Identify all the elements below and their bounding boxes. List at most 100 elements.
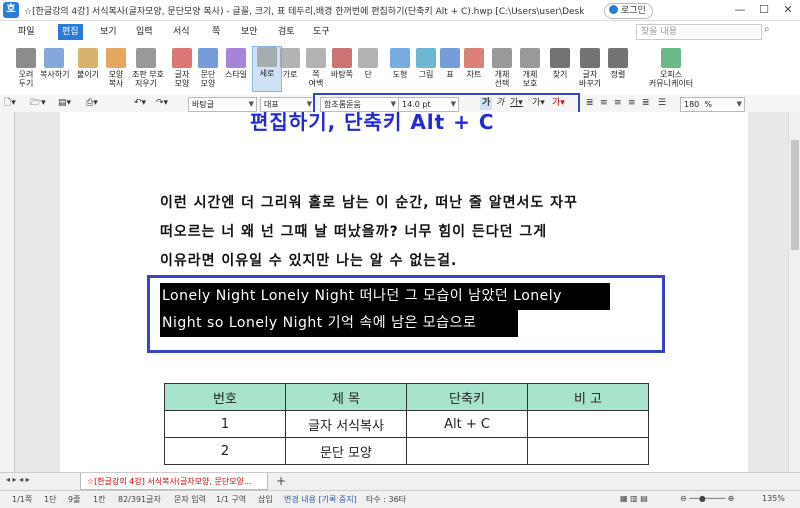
add-tab-button[interactable]: +: [276, 474, 286, 488]
hwp-icon[interactable]: 호: [3, 2, 19, 18]
menu-insert[interactable]: 입력: [136, 24, 153, 40]
status-typing: 타수 : 36타: [366, 495, 407, 504]
status-insert[interactable]: 삽입: [258, 494, 273, 505]
ribbon-button[interactable]: 모양 복사: [102, 48, 130, 88]
table-cell[interactable]: [527, 410, 649, 438]
ribbon-button[interactable]: 쪽 여백: [302, 48, 330, 88]
table-cell[interactable]: 문단 모양: [285, 437, 407, 465]
ribbon-button-label: 바탕쪽: [330, 70, 354, 79]
replace-icon: [580, 48, 600, 68]
login-button[interactable]: 로그인: [604, 3, 653, 19]
horizontal-view-icon: [280, 48, 300, 68]
search-icon[interactable]: ⌕: [764, 24, 770, 35]
ribbon-button-label: 조판 부호 지우기: [132, 70, 164, 88]
ribbon-button-label: 오려 두기: [18, 70, 34, 88]
page-margin-icon: [306, 48, 326, 68]
close-button[interactable]: ✕: [776, 0, 800, 20]
ribbon-button-label: 문단 모양: [200, 70, 216, 88]
redo-icon[interactable]: ↷▾: [156, 97, 168, 110]
menu-security[interactable]: 보안: [241, 24, 258, 40]
paragraph-line: 이유라면 이유일 수 있지만 나는 알 수 없는걸.: [160, 253, 458, 269]
table-cell[interactable]: [406, 437, 528, 465]
print-icon[interactable]: ⎙▾: [86, 97, 98, 110]
ribbon-button-label: 단: [364, 70, 372, 79]
char-shape-icon: [172, 48, 192, 68]
scroll-thumb[interactable]: [791, 140, 799, 250]
align-center-icon[interactable]: ≡: [628, 97, 636, 110]
align-distribute-icon[interactable]: ≣: [642, 97, 650, 110]
picture-icon: [416, 48, 436, 68]
ribbon-button-label: 개체 보호: [522, 70, 538, 88]
table-cell[interactable]: [527, 437, 649, 465]
status-page: 1/1쪽: [12, 495, 33, 504]
ribbon-button[interactable]: 글자 모양: [168, 48, 196, 88]
status-column: 1칸: [93, 495, 106, 504]
ribbon-button[interactable]: 조판 부호 지우기: [132, 48, 164, 88]
maximize-button[interactable]: ☐: [752, 0, 776, 20]
table-cell[interactable]: 2: [164, 437, 286, 465]
ribbon-button[interactable]: 오려 두기: [12, 48, 40, 88]
ribbon-button-label: 도형: [392, 70, 408, 79]
minimize-button[interactable]: —: [728, 0, 752, 20]
paragraph-line: 떠오르는 너 왜 넌 그때 날 떠났을까? 너무 힘이 든다던 그게: [160, 224, 548, 240]
menu-review[interactable]: 검토: [278, 24, 295, 40]
new-doc-icon[interactable]: 🗋▾: [4, 97, 16, 110]
ribbon-button[interactable]: 개체 보호: [516, 48, 544, 88]
zoom-out-icon[interactable]: ⊖ ──●──── ⊕: [680, 494, 734, 503]
ribbon-button[interactable]: 붙이기: [74, 48, 102, 79]
menu-tools[interactable]: 도구: [313, 24, 330, 40]
table-header: 번호: [164, 383, 286, 411]
ribbon-button[interactable]: 단: [354, 48, 382, 79]
line-spacing-icon[interactable]: ☰: [658, 97, 666, 110]
ribbon-button[interactable]: 정렬: [604, 48, 632, 79]
ribbon-button[interactable]: 개체 선택: [488, 48, 516, 88]
tab-nav-icon[interactable]: ◂ ▸ ◂ ▸: [6, 475, 30, 484]
view-mode-icons[interactable]: ▦ ▥ ▤: [620, 494, 648, 503]
menu-file[interactable]: 파일: [18, 24, 35, 40]
ribbon-button[interactable]: 복사하기: [40, 48, 69, 79]
style-select[interactable]: 바탕글 ▼: [188, 97, 257, 112]
menu-format[interactable]: 서식: [173, 24, 190, 40]
ribbon-button[interactable]: 찾기: [546, 48, 574, 79]
ribbon-button[interactable]: 스타일: [222, 48, 250, 79]
ribbon-button[interactable]: 바탕쪽: [328, 48, 356, 79]
ribbon-button[interactable]: 글자 바꾸기: [576, 48, 604, 88]
master-page-icon: [332, 48, 352, 68]
shortcut-table[interactable]: 번호 제 목 단축키 비 고 1 글자 서식복사 Alt + C 2 문단 모양: [164, 383, 649, 465]
language-select[interactable]: 대표 ▼: [260, 97, 315, 112]
table-cell[interactable]: 글자 서식복사: [285, 410, 407, 438]
undo-icon[interactable]: ↶▾: [134, 97, 146, 110]
format-painter-icon: [106, 48, 126, 68]
paragraph-line: 이런 시간엔 더 그리워 홀로 남는 이 순간, 떠난 줄 알면서도 자꾸: [160, 195, 578, 211]
document-tab[interactable]: ☆[한글강의 4강] 서식복사(글자모양, 문단모양...: [80, 473, 268, 490]
ribbon-button-label: 붙이기: [76, 70, 100, 79]
open-icon[interactable]: 🗁▾: [30, 97, 46, 110]
document-heading: 편집하기, 단축키 Alt + C: [250, 112, 495, 134]
align-justify-icon[interactable]: ≣: [586, 97, 594, 110]
table-icon: [440, 48, 460, 68]
para-shape-icon: [198, 48, 218, 68]
vertical-scrollbar[interactable]: [788, 112, 800, 472]
ribbon-button[interactable]: 오피스 커뮤니케이터: [648, 48, 694, 88]
communicator-icon: [661, 48, 681, 68]
status-section: 1단: [44, 495, 57, 504]
search-input[interactable]: 찾을 내용: [636, 24, 762, 40]
save-icon[interactable]: ▤▾: [58, 97, 71, 110]
status-track-changes[interactable]: 변경 내용 [기록 중지]: [284, 494, 357, 505]
table-cell[interactable]: Alt + C: [406, 410, 528, 438]
align-right-icon[interactable]: ≡: [614, 97, 622, 110]
ribbon-button[interactable]: 문단 모양: [194, 48, 222, 88]
status-zoom[interactable]: 135%: [762, 494, 785, 503]
ribbon-button[interactable]: 가로: [276, 48, 304, 79]
menu-page[interactable]: 쪽: [212, 24, 220, 40]
vertical-ruler: [0, 112, 15, 472]
ribbon-button[interactable]: 도형: [386, 48, 414, 79]
menu-edit[interactable]: 편집: [58, 24, 83, 40]
shape-icon: [390, 48, 410, 68]
align-left-icon[interactable]: ≡: [600, 97, 608, 110]
ribbon-button[interactable]: 차트: [460, 48, 488, 79]
table-cell[interactable]: 1: [164, 410, 286, 438]
table-header: 단축키: [406, 383, 528, 411]
zoom-select[interactable]: 180 % ▼: [680, 97, 745, 112]
menu-view[interactable]: 보기: [100, 24, 117, 40]
